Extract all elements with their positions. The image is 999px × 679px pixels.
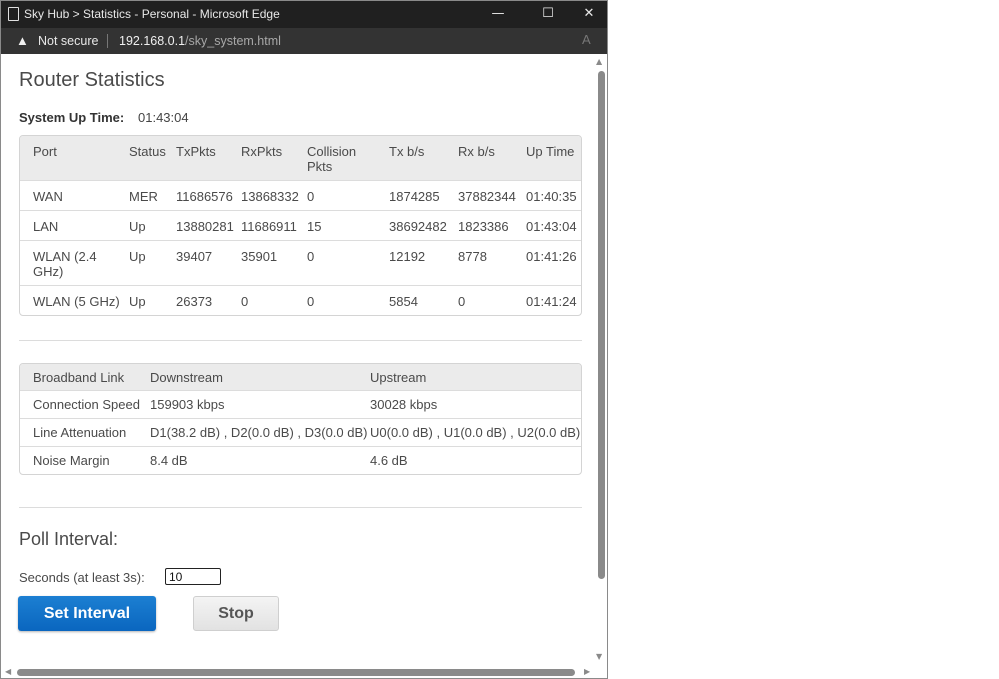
broadband-table: Broadband Link Downstream Upstream Conne…: [20, 364, 581, 474]
title-bar: Sky Hub > Statistics - Personal - Micros…: [1, 1, 607, 28]
divider: [107, 34, 108, 48]
column-header: Downstream: [150, 364, 370, 391]
system-uptime-value: 01:43:04: [138, 110, 189, 125]
section-divider: [19, 340, 582, 341]
browser-window: Sky Hub > Statistics - Personal - Micros…: [0, 0, 608, 679]
cell: WAN: [20, 180, 129, 211]
table-row: LAN Up 13880281 11686911 15 38692482 182…: [20, 210, 581, 241]
cell: 11686911: [241, 210, 307, 241]
column-header: Up Time: [526, 136, 581, 181]
page-icon: [8, 7, 19, 21]
cell: D1(38.2 dB) , D2(0.0 dB) , D3(0.0 dB): [150, 418, 370, 447]
table-row: WAN MER 11686576 13868332 0 1874285 3788…: [20, 180, 581, 211]
table-header-row: Port Status TxPkts RxPkts Collision Pkts…: [20, 136, 581, 181]
warning-icon[interactable]: ▲: [16, 33, 29, 48]
broadband-card: Broadband Link Downstream Upstream Conne…: [19, 363, 582, 475]
close-button[interactable]: ✕: [574, 4, 604, 24]
cell: U0(0.0 dB) , U1(0.0 dB) , U2(0.0 dB): [370, 418, 581, 447]
cell: 1874285: [389, 180, 458, 211]
column-header: TxPkts: [176, 136, 241, 181]
cell: 1823386: [458, 210, 526, 241]
cell: 11686576: [176, 180, 241, 211]
vertical-scroll-thumb[interactable]: [598, 71, 605, 579]
table-header-row: Broadband Link Downstream Upstream: [20, 364, 581, 391]
minimize-button[interactable]: —: [483, 4, 513, 24]
read-aloud-icon[interactable]: A: [582, 32, 591, 47]
horizontal-scroll-thumb[interactable]: [17, 669, 575, 676]
seconds-input[interactable]: [165, 568, 221, 585]
security-label[interactable]: Not secure: [38, 34, 98, 48]
cell: WLAN (2.4 GHz): [20, 240, 129, 286]
cell: 37882344: [458, 180, 526, 211]
cell: 38692482: [389, 210, 458, 241]
maximize-button[interactable]: ☐: [533, 4, 563, 24]
cell: 13880281: [176, 210, 241, 241]
column-header: Rx b/s: [458, 136, 526, 181]
scroll-up-icon[interactable]: ▲: [596, 57, 602, 66]
vertical-scrollbar[interactable]: ▲ ▼: [595, 54, 607, 666]
scroll-down-icon[interactable]: ▼: [596, 652, 602, 661]
cell: Up: [129, 240, 176, 286]
system-uptime-label: System Up Time:: [19, 110, 125, 125]
port-stats-table: Port Status TxPkts RxPkts Collision Pkts…: [20, 136, 581, 315]
cell: WLAN (5 GHz): [33, 294, 120, 309]
port-stats-card: Port Status TxPkts RxPkts Collision Pkts…: [19, 135, 582, 316]
cell: 01:43:04: [526, 210, 581, 241]
column-header: Upstream: [370, 364, 581, 391]
poll-interval-title: Poll Interval:: [19, 529, 119, 549]
table-row: Line Attenuation D1(38.2 dB) , D2(0.0 dB…: [20, 418, 581, 447]
section-divider: [19, 507, 582, 508]
scroll-right-icon[interactable]: ▶: [584, 667, 590, 676]
table-row: WLAN (5 GHz) Up 26373 0 0 5854 0 01:41:2…: [20, 286, 581, 316]
cell: 4.6 dB: [370, 453, 408, 468]
cell: 0: [307, 294, 315, 309]
cell: 35901: [241, 240, 307, 286]
set-interval-button[interactable]: Set Interval: [18, 596, 156, 631]
url-host: 192.168.0.1: [119, 34, 186, 48]
cell: LAN: [20, 210, 129, 241]
cell: Up: [129, 294, 146, 309]
cell: 0: [307, 240, 389, 286]
cell: 0: [307, 180, 389, 211]
cell: 5854: [389, 294, 418, 309]
table-row: WLAN (2.4 GHz) Up 39407 35901 0 12192 87…: [20, 240, 581, 286]
cell: 8.4 dB: [150, 453, 188, 468]
cell: 159903 kbps: [150, 390, 370, 419]
page-title: Router Statistics: [19, 69, 165, 91]
cell: 01:41:24: [526, 294, 577, 309]
cell: 01:40:35: [526, 180, 581, 211]
column-header: Collision Pkts: [307, 136, 389, 181]
column-header: Port: [20, 136, 129, 181]
cell: 01:41:26: [526, 240, 581, 286]
scroll-left-icon[interactable]: ◀: [5, 667, 11, 676]
cell: 13868332: [241, 180, 307, 211]
cell: Noise Margin: [33, 453, 110, 468]
horizontal-scrollbar[interactable]: ◀ ▶: [1, 666, 595, 678]
cell: Up: [129, 210, 176, 241]
table-row: Connection Speed 159903 kbps 30028 kbps: [20, 390, 581, 419]
cell: 26373: [176, 294, 213, 309]
cell: 12192: [389, 240, 458, 286]
stop-button[interactable]: Stop: [193, 596, 279, 631]
page-content: Router Statistics System Up Time: 01:43:…: [1, 54, 595, 666]
cell: 15: [307, 210, 389, 241]
cell: 0: [458, 294, 466, 309]
column-header: Status: [129, 136, 176, 181]
column-header: Broadband Link: [20, 364, 150, 391]
table-row: Noise Margin 8.4 dB 4.6 dB: [20, 447, 581, 475]
cell: Connection Speed: [20, 390, 150, 419]
url-field[interactable]: 192.168.0.1/sky_system.html: [119, 34, 281, 48]
url-path: /sky_system.html: [185, 34, 281, 48]
cell: Line Attenuation: [20, 418, 150, 447]
cell: 0: [241, 294, 249, 309]
window-title: Sky Hub > Statistics - Personal - Micros…: [24, 7, 280, 21]
column-header: RxPkts: [241, 136, 307, 181]
cell: MER: [129, 180, 176, 211]
seconds-label: Seconds (at least 3s):: [19, 570, 145, 585]
column-header: Tx b/s: [389, 136, 458, 181]
address-bar[interactable]: ▲ Not secure 192.168.0.1/sky_system.html…: [1, 28, 607, 54]
cell: 39407: [176, 240, 241, 286]
cell: 30028 kbps: [370, 390, 581, 419]
cell: 8778: [458, 240, 526, 286]
